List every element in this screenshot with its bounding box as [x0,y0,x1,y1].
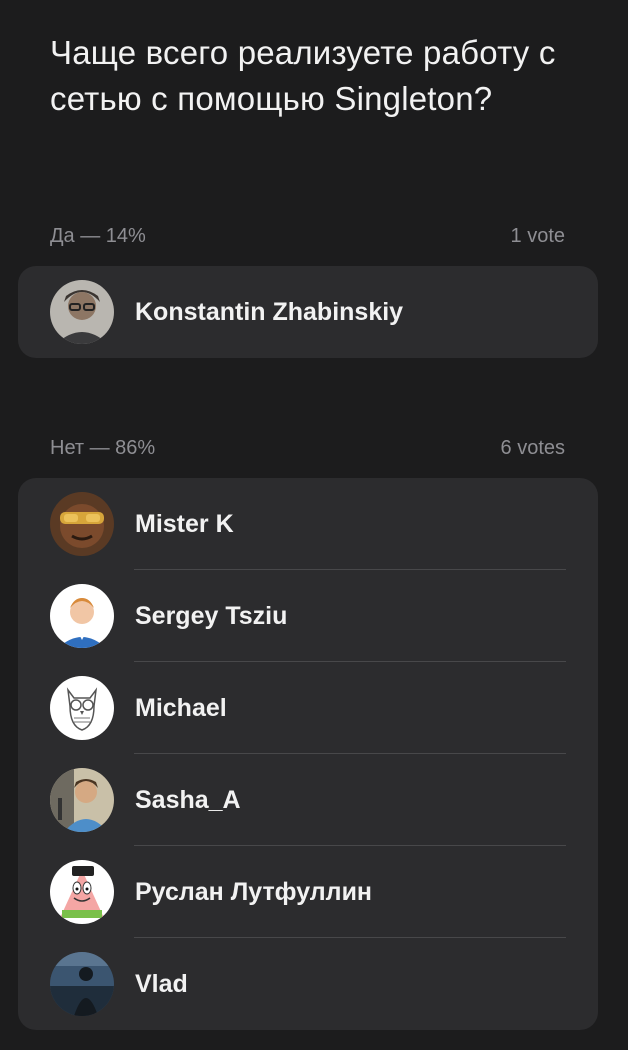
voter-name: Mister K [135,510,234,538]
avatar [50,676,114,740]
voter-row[interactable]: Sasha_A [18,754,598,846]
voter-name: Vlad [135,970,188,998]
voters-list-no: Mister K Sergey Tsziu Michael Sasha_A Ру… [18,478,598,1030]
avatar [50,860,114,924]
voter-name: Michael [135,694,227,722]
option-label: Да — 14% [50,225,146,247]
poll-results-screen: Чаще всего реализуете работу с сетью с п… [0,0,628,1050]
avatar [50,584,114,648]
avatar [50,768,114,832]
option-label: Нет — 86% [50,437,156,459]
vote-count: 1 vote [510,225,565,247]
voter-row[interactable]: Руслан Лутфуллин [18,846,598,938]
voter-name: Konstantin Zhabinskiy [135,298,404,326]
poll-question: Чаще всего реализуете работу с сетью с п… [50,34,556,117]
voters-list-yes: Konstantin Zhabinskiy [18,266,598,358]
voter-name: Руслан Лутфуллин [135,878,373,906]
option-header-yes: Да — 14% 1 vote [50,225,565,248]
voter-row[interactable]: Mister K [18,478,598,570]
avatar [50,492,114,556]
vote-count: 6 votes [500,437,565,459]
option-header-no: Нет — 86% 6 votes [50,437,565,460]
voter-name: Sergey Tsziu [135,602,288,630]
voter-row[interactable]: Michael [18,662,598,754]
voter-name: Sasha_A [135,786,241,814]
voter-row[interactable]: Vlad [18,938,598,1030]
voter-row[interactable]: Sergey Tsziu [18,570,598,662]
avatar [50,280,114,344]
avatar [50,952,114,1016]
voter-row[interactable]: Konstantin Zhabinskiy [18,266,598,358]
